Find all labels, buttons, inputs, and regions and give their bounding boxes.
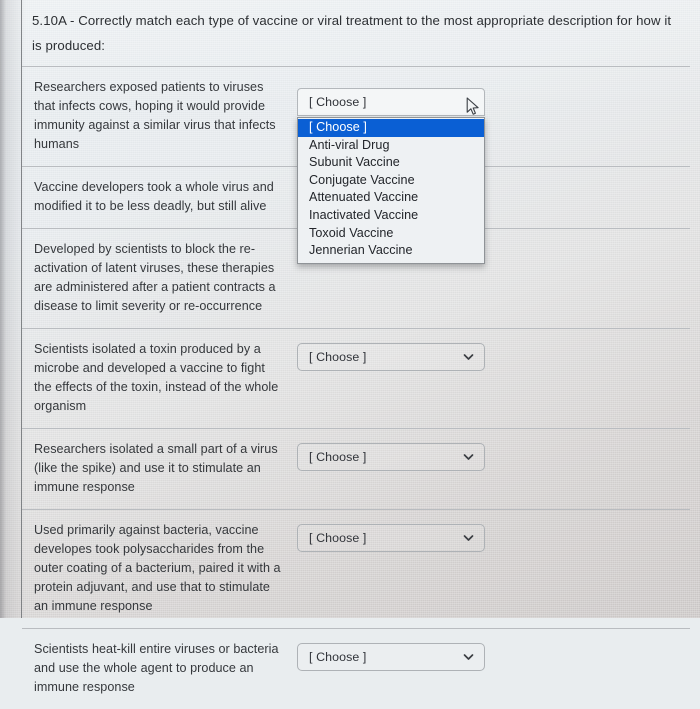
- match-select-0[interactable]: [ Choose ]: [297, 88, 485, 116]
- row-description: Used primarily against bacteria, vaccine…: [34, 523, 281, 613]
- row-description: Researchers isolated a small part of a v…: [34, 442, 278, 494]
- chevron-down-icon: [463, 533, 474, 544]
- row-description: Researchers exposed patients to viruses …: [34, 80, 276, 151]
- dropdown-option-list[interactable]: [ Choose ] Anti-viral Drug Subunit Vacci…: [297, 117, 485, 264]
- dropdown-option[interactable]: Attenuated Vaccine: [298, 189, 484, 207]
- dropdown-option[interactable]: Anti-viral Drug: [298, 137, 484, 155]
- chevron-down-icon: [463, 452, 474, 463]
- row-control: [ Choose ]: [290, 629, 690, 671]
- chevron-down-icon: [463, 652, 474, 663]
- select-value: [ Choose ]: [309, 95, 367, 109]
- row-control: [ Choose ]: [290, 329, 690, 371]
- table-row: Researchers isolated a small part of a v…: [22, 428, 690, 509]
- dropdown-option[interactable]: Conjugate Vaccine: [298, 172, 484, 190]
- table-row: Scientists isolated a toxin produced by …: [22, 328, 690, 428]
- dropdown-option[interactable]: Toxoid Vaccine: [298, 225, 484, 243]
- row-description: Scientists heat-kill entire viruses or b…: [34, 642, 279, 694]
- chevron-down-icon: [463, 352, 474, 363]
- row-description: Scientists isolated a toxin produced by …: [34, 342, 279, 413]
- select-value: [ Choose ]: [309, 650, 367, 664]
- dropdown-option[interactable]: [ Choose ]: [298, 119, 484, 137]
- match-select-6[interactable]: [ Choose ]: [297, 643, 485, 671]
- dropdown-option[interactable]: Jennerian Vaccine: [298, 242, 484, 260]
- select-value: [ Choose ]: [309, 531, 367, 545]
- match-select-4[interactable]: [ Choose ]: [297, 443, 485, 471]
- row-control: [ Choose ]: [290, 510, 690, 552]
- select-value: [ Choose ]: [309, 450, 367, 464]
- row-description: Developed by scientists to block the re-…: [34, 242, 276, 313]
- match-select-5[interactable]: [ Choose ]: [297, 524, 485, 552]
- match-select-3[interactable]: [ Choose ]: [297, 343, 485, 371]
- row-description: Vaccine developers took a whole virus an…: [34, 180, 274, 213]
- row-control: [ Choose ]: [290, 429, 690, 471]
- quiz-page: 5.10A - Correctly match each type of vac…: [0, 0, 700, 694]
- match-select-0-open[interactable]: [ Choose ] [ Choose ] Anti-viral Drug Su…: [297, 88, 485, 264]
- table-row: Scientists heat-kill entire viruses or b…: [22, 628, 690, 709]
- table-row: Used primarily against bacteria, vaccine…: [22, 509, 690, 628]
- dropdown-option[interactable]: Inactivated Vaccine: [298, 207, 484, 225]
- select-value: [ Choose ]: [309, 350, 367, 364]
- question-prompt: 5.10A - Correctly match each type of vac…: [32, 13, 672, 53]
- dropdown-option[interactable]: Subunit Vaccine: [298, 154, 484, 172]
